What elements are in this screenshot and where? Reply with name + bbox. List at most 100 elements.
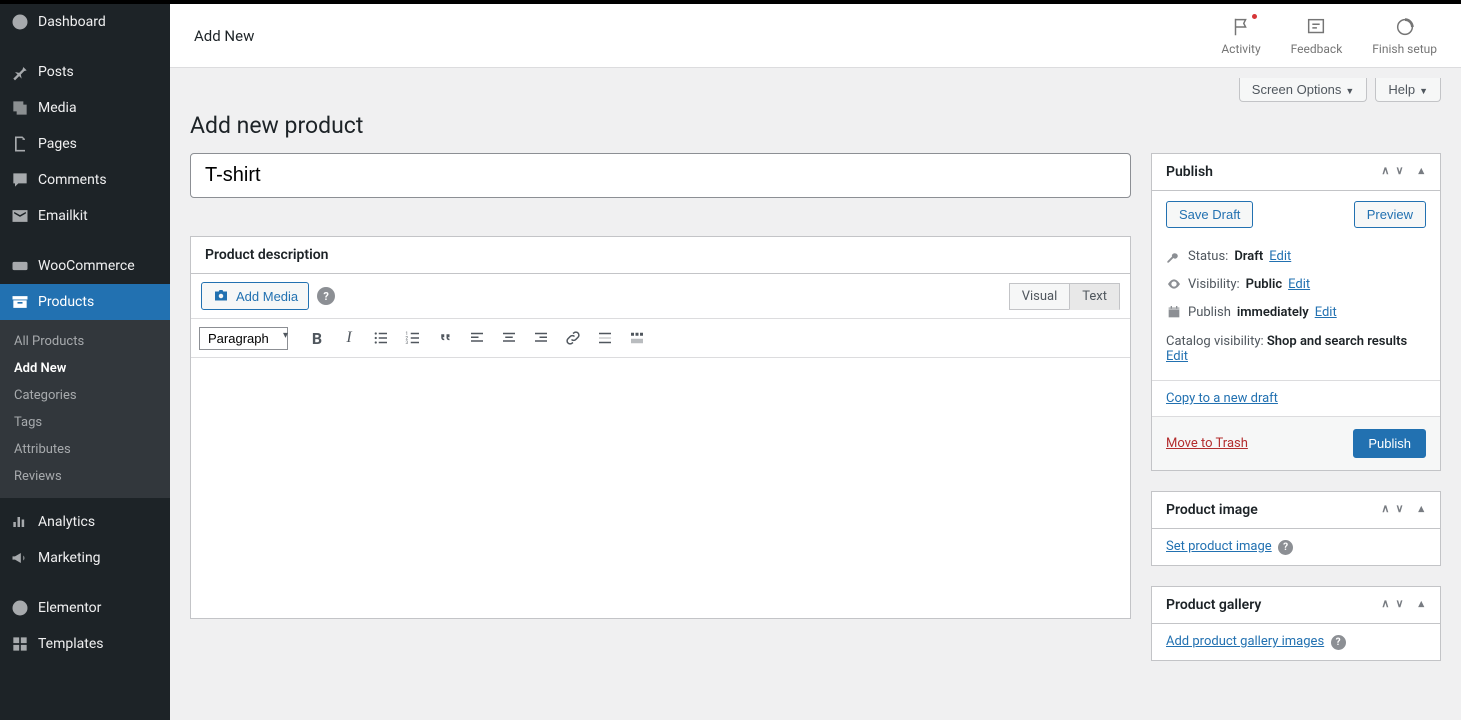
align-center-icon: [500, 329, 518, 347]
tab-text[interactable]: Text: [1069, 283, 1120, 310]
kitchen-sink-icon: [628, 329, 646, 347]
product-title-input[interactable]: [190, 153, 1131, 198]
mail-icon: [10, 206, 30, 226]
templates-icon: [10, 634, 30, 654]
save-draft-button[interactable]: Save Draft: [1166, 201, 1253, 228]
sidebar-item-woocommerce[interactable]: WooCommerce: [0, 248, 170, 284]
sidebar-item-label: Pages: [38, 136, 77, 152]
italic-button[interactable]: I: [334, 323, 364, 353]
admin-sidebar: Dashboard Posts Media Pages Comments Ema…: [0, 4, 170, 720]
panel-up-icon[interactable]: ∧: [1379, 502, 1391, 518]
comment-icon: [10, 170, 30, 190]
eye-icon: [1166, 276, 1182, 292]
topbar-feedback[interactable]: Feedback: [1291, 16, 1343, 56]
sidebar-item-analytics[interactable]: Analytics: [0, 504, 170, 540]
sidebar-item-pages[interactable]: Pages: [0, 126, 170, 162]
panel-up-icon[interactable]: ∧: [1379, 164, 1391, 180]
link-icon: [564, 329, 582, 347]
topbar: Add New Activity Feedback Finish setup: [170, 4, 1461, 68]
sidebar-item-elementor[interactable]: Elementor: [0, 590, 170, 626]
flag-icon: [1230, 16, 1252, 38]
panel-toggle-icon[interactable]: ▴: [1416, 502, 1426, 518]
sidebar-item-label: Products: [38, 294, 94, 310]
tab-visual[interactable]: Visual: [1009, 283, 1070, 310]
panel-down-icon[interactable]: ∨: [1393, 164, 1405, 180]
feedback-icon: [1305, 16, 1327, 38]
progress-circle-icon: [1394, 16, 1416, 38]
move-to-trash-link[interactable]: Move to Trash: [1166, 436, 1248, 451]
help-icon[interactable]: ?: [1331, 635, 1346, 650]
read-more-button[interactable]: [590, 323, 620, 353]
panel-toggle-icon[interactable]: ▴: [1416, 164, 1426, 180]
product-gallery-box: Product gallery ∧∨ ▴ Add product gallery…: [1151, 586, 1441, 661]
sub-attributes[interactable]: Attributes: [0, 436, 170, 463]
editor-content[interactable]: [191, 358, 1130, 618]
align-center-button[interactable]: [494, 323, 524, 353]
number-list-button[interactable]: 123: [398, 323, 428, 353]
image-box-title: Product image: [1166, 502, 1258, 518]
sub-reviews[interactable]: Reviews: [0, 463, 170, 490]
quote-icon: [436, 329, 454, 347]
sidebar-item-label: WooCommerce: [38, 258, 135, 274]
add-gallery-images-link[interactable]: Add product gallery images: [1166, 634, 1324, 649]
sidebar-item-label: Dashboard: [38, 14, 106, 30]
sidebar-item-products[interactable]: Products: [0, 284, 170, 320]
format-select[interactable]: Paragraph: [199, 327, 288, 350]
sidebar-item-media[interactable]: Media: [0, 90, 170, 126]
publish-button[interactable]: Publish: [1353, 429, 1426, 458]
page-title: Add new product: [190, 112, 1441, 139]
align-left-button[interactable]: [462, 323, 492, 353]
edit-catalog-link[interactable]: Edit: [1166, 349, 1188, 364]
quote-button[interactable]: [430, 323, 460, 353]
add-media-button[interactable]: Add Media: [201, 282, 309, 310]
set-product-image-link[interactable]: Set product image: [1166, 539, 1272, 554]
camera-music-icon: [212, 287, 230, 305]
topbar-activity[interactable]: Activity: [1221, 16, 1260, 56]
help-icon[interactable]: ?: [317, 287, 335, 305]
align-right-button[interactable]: [526, 323, 556, 353]
toolbar-toggle-button[interactable]: [622, 323, 652, 353]
breadcrumb: Add New: [194, 27, 254, 45]
panel-down-icon[interactable]: ∨: [1393, 502, 1405, 518]
desc-box-title: Product description: [191, 237, 1130, 274]
panel-toggle-icon[interactable]: ▴: [1416, 597, 1426, 613]
product-description-box: Product description Add Media ? Visual T…: [190, 236, 1131, 619]
list-ol-icon: 123: [404, 329, 422, 347]
sidebar-item-posts[interactable]: Posts: [0, 54, 170, 90]
sidebar-item-emailkit[interactable]: Emailkit: [0, 198, 170, 234]
edit-visibility-link[interactable]: Edit: [1288, 277, 1310, 292]
bold-button[interactable]: B: [302, 323, 332, 353]
screen-options-button[interactable]: Screen Options▼: [1239, 78, 1368, 102]
bullet-list-button[interactable]: [366, 323, 396, 353]
sidebar-item-dashboard[interactable]: Dashboard: [0, 4, 170, 40]
preview-button[interactable]: Preview: [1354, 201, 1426, 228]
list-ul-icon: [372, 329, 390, 347]
edit-status-link[interactable]: Edit: [1269, 249, 1291, 264]
megaphone-icon: [10, 548, 30, 568]
sidebar-item-marketing[interactable]: Marketing: [0, 540, 170, 576]
sidebar-item-label: Comments: [38, 172, 107, 188]
key-icon: [1166, 248, 1182, 264]
product-image-box: Product image ∧∨ ▴ Set product image ?: [1151, 491, 1441, 566]
help-icon[interactable]: ?: [1278, 540, 1293, 555]
panel-down-icon[interactable]: ∨: [1393, 597, 1405, 613]
sub-add-new[interactable]: Add New: [0, 355, 170, 382]
sub-all-products[interactable]: All Products: [0, 328, 170, 355]
gallery-box-title: Product gallery: [1166, 597, 1261, 613]
page-icon: [10, 134, 30, 154]
sidebar-item-comments[interactable]: Comments: [0, 162, 170, 198]
edit-schedule-link[interactable]: Edit: [1315, 305, 1337, 320]
panel-up-icon[interactable]: ∧: [1379, 597, 1391, 613]
copy-draft-link[interactable]: Copy to a new draft: [1166, 391, 1278, 406]
sub-categories[interactable]: Categories: [0, 382, 170, 409]
sub-tags[interactable]: Tags: [0, 409, 170, 436]
media-icon: [10, 98, 30, 118]
products-submenu: All Products Add New Categories Tags Att…: [0, 320, 170, 498]
topbar-finish-setup[interactable]: Finish setup: [1372, 16, 1437, 56]
woo-icon: [10, 256, 30, 276]
align-left-icon: [468, 329, 486, 347]
sidebar-item-label: Marketing: [38, 550, 101, 566]
help-button[interactable]: Help▼: [1375, 78, 1441, 102]
sidebar-item-templates[interactable]: Templates: [0, 626, 170, 662]
link-button[interactable]: [558, 323, 588, 353]
